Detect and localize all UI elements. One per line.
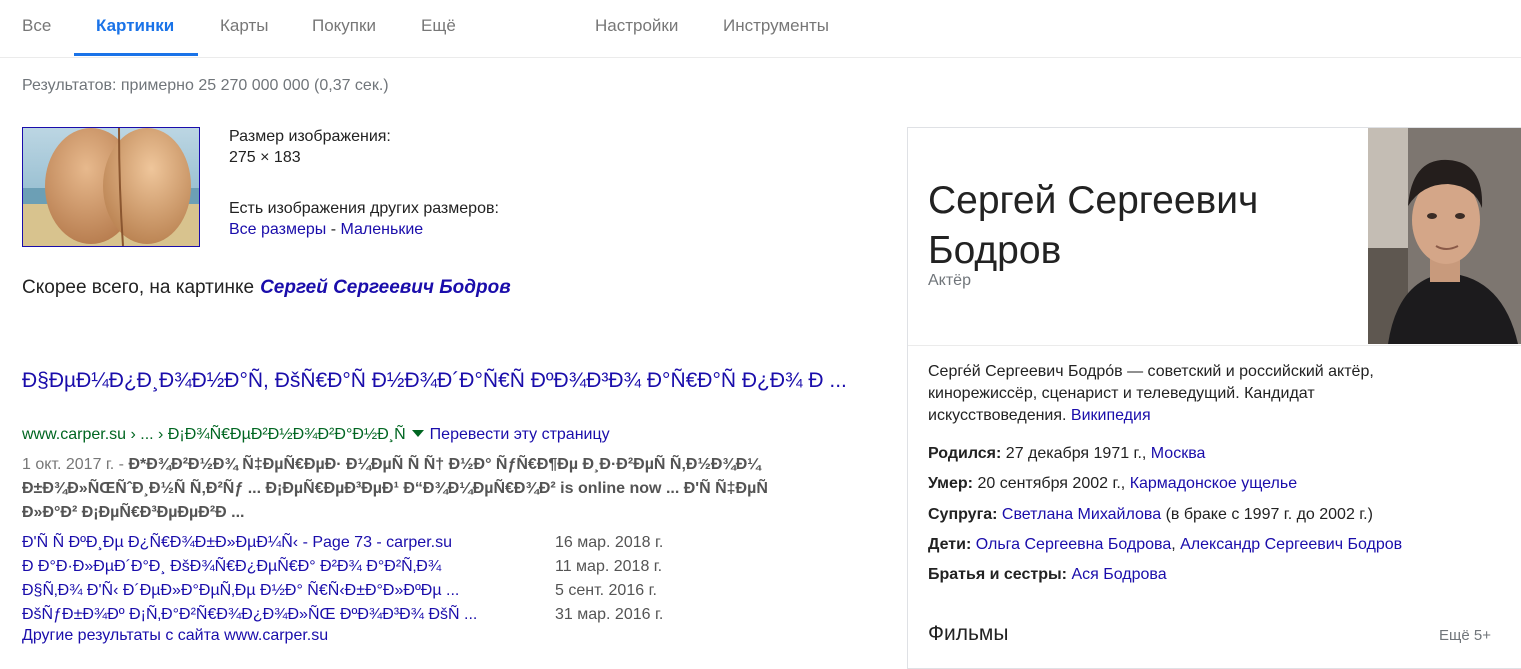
sitelink[interactable]: ĐšÑƒĐ±Đ¾Đº Đ¡Ñ‚Đ°Đ²Ñ€Đ¾Đ¿Đ¾Đ»ÑŒ ĐºĐ¾Đ³Đ¾… <box>22 606 477 623</box>
snippet-text-4: Đ'Ñ Ñ‡ĐµÑ <box>683 480 768 497</box>
result-stats: Результатов: примерно 25 270 000 000 (0,… <box>22 77 389 94</box>
kp-fact-value: (в браке с 1997 г. до 2002 г.) <box>1165 506 1373 523</box>
tab-images[interactable]: Картинки <box>96 0 174 56</box>
kp-fact-born: Родился: 27 декабря 1971 г., Москва <box>928 445 1205 463</box>
tab-all[interactable]: Все <box>22 0 51 56</box>
sitelink-date: 16 мар. 2018 г. <box>555 534 664 551</box>
sitelink[interactable]: Đ Đ°Đ·Đ»ĐµĐ´Đ°Đ¸ ĐšĐ¾Ñ€Đ¿ĐµÑ€Đ° Đ²Đ¾ Đ°Đ… <box>22 558 441 575</box>
tab-shopping[interactable]: Покупки <box>312 0 376 56</box>
other-sizes-label: Есть изображения других размеров: <box>229 200 499 217</box>
translate-page-link[interactable]: Перевести эту страницу <box>430 426 610 443</box>
child-link[interactable]: Александр Сергеевич Бодров <box>1180 536 1402 553</box>
kp-films-more-link[interactable]: Ещё 5+ <box>1439 627 1491 644</box>
result-title-link[interactable]: Đ§ĐµĐ¼Đ¿Đ¸Đ¾Đ½Đ°Ñ, ĐšÑ€Đ°Ñ Đ½Đ¾Đ´Đ°Ñ€Ñ Đ… <box>22 366 872 395</box>
more-results-from-site-link[interactable]: Другие результаты с сайта www.carper.su <box>22 627 328 645</box>
kp-fact-value: 27 декабря 1971 г., <box>1005 445 1147 462</box>
query-image-thumbnail[interactable] <box>22 127 200 247</box>
snippet-text-1: Đ*Đ¾Đ²Đ½Đ¾ Ñ‡ĐµÑ€ĐµĐ· Đ¼ĐµÑ Ñ Ñ† Đ½Đ° Ñƒ… <box>128 456 761 473</box>
active-tab-indicator <box>74 53 198 56</box>
snippet-text-2: Đ±Đ¾Đ»ÑŒÑˆĐ¸Đ½Ñ Ñ‚Đ²Ñƒ ... <box>22 480 262 497</box>
sitelink-date: 11 мар. 2018 г. <box>555 558 663 575</box>
snippet-text-3: Đ¡ĐµÑ€ĐµĐ³ĐµĐ¹ Đ“Đ¾Đ¼ĐµÑ€Đ¾Đ² is online … <box>265 480 680 497</box>
kp-description-text: Серге́й Сергеевич Бодро́в — советский и … <box>928 363 1374 424</box>
child-link[interactable]: Ольга Сергеевна Бодрова <box>976 536 1171 553</box>
sitelink-row: Đ§Ñ‚Đ¾ Đ'Ñ‹ Đ´ĐµĐ»Đ°ĐµÑ‚Đµ Đ½Đ° Ñ€Ñ‹Đ±Đ°… <box>22 579 459 603</box>
kp-divider <box>908 345 1521 346</box>
kp-films-heading: Фильмы <box>928 622 1009 645</box>
kp-fact-separator: , <box>1171 536 1176 553</box>
result-snippet: 1 окт. 2017 г. - Đ*Đ¾Đ²Đ½Đ¾ Ñ‡ĐµÑ€ĐµĐ· Đ… <box>22 453 842 525</box>
deathplace-link[interactable]: Кармадонское ущелье <box>1130 475 1297 492</box>
best-guess: Скорее всего, на картинке Сергей Сергееви… <box>22 277 511 299</box>
size-links-separator: - <box>330 221 337 238</box>
kp-description: Серге́й Сергеевич Бодро́в — советский и … <box>928 361 1448 427</box>
sibling-link[interactable]: Ася Бодрова <box>1071 566 1166 583</box>
sitelink-date: 31 мар. 2016 г. <box>555 606 664 623</box>
kp-fact-label: Родился: <box>928 445 1002 462</box>
sitelink-row: ĐšÑƒĐ±Đ¾Đº Đ¡Ñ‚Đ°Đ²Ñ€Đ¾Đ¿Đ¾Đ»ÑŒ ĐºĐ¾Đ³Đ¾… <box>22 603 477 627</box>
tab-settings[interactable]: Настройки <box>595 0 678 56</box>
result-url-line: www.carper.su › ... › Đ¡Đ¾Ñ€ĐµĐ²Đ½Đ¾Đ²Đ°… <box>22 426 610 444</box>
caret-down-icon[interactable] <box>411 430 424 438</box>
spouse-link[interactable]: Светлана Михайлова <box>1002 506 1161 523</box>
search-tabs-bar: Все Картинки Карты Покупки Ещё Настройки… <box>0 0 1521 58</box>
kp-subtitle: Актёр <box>928 272 971 289</box>
wikipedia-link[interactable]: Википедия <box>1071 407 1151 424</box>
kp-title: Сергей Сергеевич Бодров <box>928 179 1259 272</box>
kp-fact-siblings: Братья и сестры: Ася Бодрова <box>928 566 1167 584</box>
sitelink-row: Đ'Ñ Ñ ĐºĐ¸Đµ Đ¿Ñ€Đ¾Đ±Đ»ĐµĐ¼Ñ‹ - Page 73 … <box>22 531 452 555</box>
kp-fact-children: Дети: Ольга Сергеевна Бодрова, Александр… <box>928 536 1402 554</box>
kp-fact-label: Братья и сестры: <box>928 566 1067 583</box>
best-guess-prefix: Скорее всего, на картинке <box>22 277 255 298</box>
small-sizes-link[interactable]: Маленькие <box>341 221 424 238</box>
kp-fact-label: Дети: <box>928 536 972 553</box>
kp-fact-label: Супруга: <box>928 506 998 523</box>
best-guess-link[interactable]: Сергей Сергеевич Бодров <box>260 277 511 298</box>
knowledge-panel: Сергей Сергеевич Бодров Актёр Серге́й Се… <box>907 127 1521 669</box>
kp-fact-label: Умер: <box>928 475 973 492</box>
kp-photo[interactable] <box>1368 128 1521 344</box>
snippet-date: 1 окт. 2017 г. - <box>22 456 125 473</box>
sitelink[interactable]: Đ§Ñ‚Đ¾ Đ'Ñ‹ Đ´ĐµĐ»Đ°ĐµÑ‚Đµ Đ½Đ° Ñ€Ñ‹Đ±Đ°… <box>22 582 459 599</box>
snippet-text-5: Đ»Đ°Đ² Đ¡ĐµÑ€Đ³ĐµĐµĐ²Đ ... <box>22 504 245 521</box>
kp-fact-spouse: Супруга: Светлана Михайлова (в браке с 1… <box>928 506 1373 524</box>
result-breadcrumb-url: www.carper.su › ... › Đ¡Đ¾Ñ€ĐµĐ²Đ½Đ¾Đ²Đ°… <box>22 426 406 443</box>
sitelink-row: Đ Đ°Đ·Đ»ĐµĐ´Đ°Đ¸ ĐšĐ¾Ñ€Đ¿ĐµÑ€Đ° Đ²Đ¾ Đ°Đ… <box>22 555 441 579</box>
kp-fact-died: Умер: 20 сентября 2002 г., Кармадонское … <box>928 475 1297 493</box>
size-links: Все размеры - Маленькие <box>229 221 423 239</box>
tab-maps[interactable]: Карты <box>220 0 268 56</box>
tab-more[interactable]: Ещё <box>421 0 456 56</box>
image-size-value: 275 × 183 <box>229 149 301 166</box>
tab-tools[interactable]: Инструменты <box>723 0 829 56</box>
all-sizes-link[interactable]: Все размеры <box>229 221 326 238</box>
kp-fact-value: 20 сентября 2002 г., <box>977 475 1126 492</box>
birthplace-link[interactable]: Москва <box>1151 445 1206 462</box>
image-size-label: Размер изображения: <box>229 128 391 145</box>
sitelink[interactable]: Đ'Ñ Ñ ĐºĐ¸Đµ Đ¿Ñ€Đ¾Đ±Đ»ĐµĐ¼Ñ‹ - Page 73 … <box>22 534 452 551</box>
sitelink-date: 5 сент. 2016 г. <box>555 582 657 599</box>
